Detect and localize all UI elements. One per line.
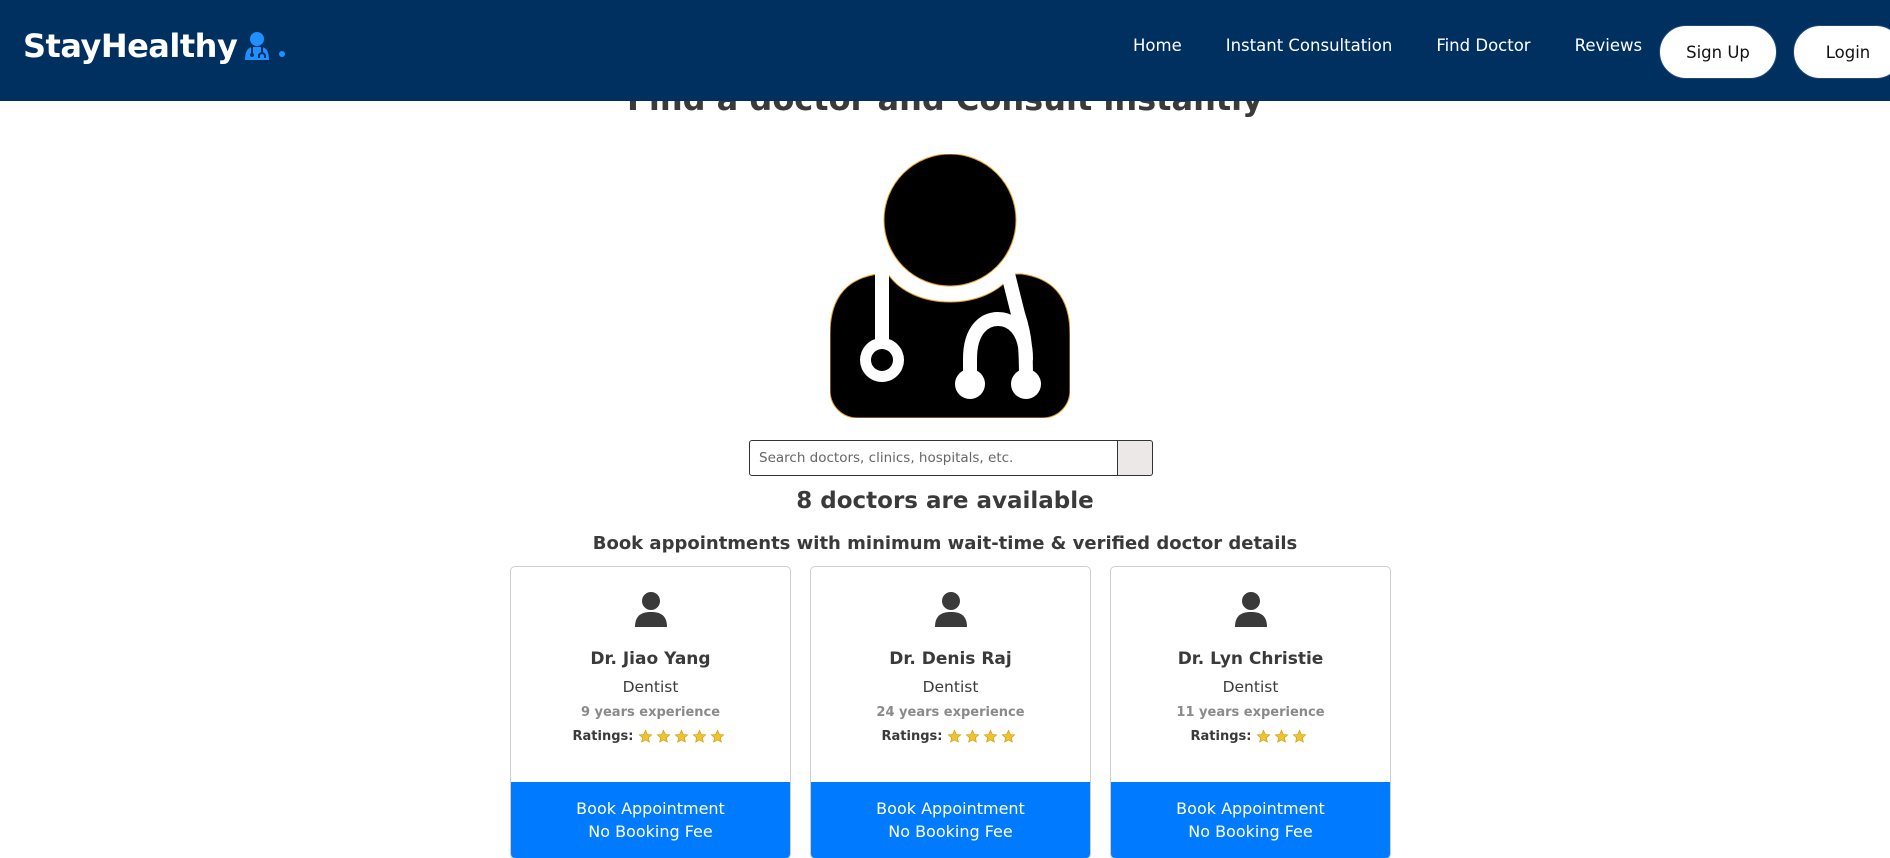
user-icon: [635, 592, 667, 627]
doctor-name: Dr. Lyn Christie: [1177, 649, 1324, 669]
nav-reviews[interactable]: Reviews: [1575, 36, 1642, 55]
star-icon: [638, 729, 653, 743]
book-appointment-button[interactable]: Book Appointment No Booking Fee: [1111, 782, 1390, 858]
nav-links: Home Instant Consultation Find Doctor Re…: [1133, 36, 1642, 55]
doctor-specialty: Dentist: [622, 678, 679, 696]
search-button[interactable]: [1118, 440, 1153, 476]
doctor-ratings: Ratings:: [811, 729, 1090, 744]
doctor-experience: 9 years experience: [580, 705, 721, 720]
user-icon: [935, 592, 967, 627]
brand-dot: [279, 51, 286, 57]
doctor-specialty: Dentist: [922, 678, 979, 696]
ratings-label: Ratings:: [1190, 729, 1252, 744]
doctor-card: Dr. Jiao Yang Dentist 9 years experience…: [510, 566, 791, 858]
doctor-card: Dr. Lyn Christie Dentist 11 years experi…: [1110, 566, 1391, 858]
doctors-available-count: 8 doctors are available: [796, 488, 1094, 514]
star-icon: [983, 729, 998, 743]
star-icon: [1274, 729, 1289, 743]
booking-fee-label: No Booking Fee: [588, 822, 713, 841]
brand-logo[interactable]: StayHealthy: [23, 27, 286, 65]
search-bar: [749, 440, 1153, 476]
star-icon: [947, 729, 962, 743]
book-appointment-button[interactable]: Book Appointment No Booking Fee: [811, 782, 1090, 858]
star-icon: [1292, 729, 1307, 743]
star-icon: [692, 729, 707, 743]
booking-fee-label: No Booking Fee: [888, 822, 1013, 841]
signup-button[interactable]: Sign Up: [1659, 25, 1777, 79]
user-icon: [1235, 592, 1267, 627]
star-icon: [656, 729, 671, 743]
star-icon: [1001, 729, 1016, 743]
nav-home[interactable]: Home: [1133, 36, 1182, 55]
doctor-icon: [245, 32, 270, 60]
ratings-label: Ratings:: [572, 729, 634, 744]
star-icon: [1256, 729, 1271, 743]
brand-name[interactable]: StayHealthy: [23, 27, 238, 65]
nav-find-doctor[interactable]: Find Doctor: [1436, 36, 1530, 55]
login-button[interactable]: Login: [1793, 25, 1890, 79]
nav-instant-consultation[interactable]: Instant Consultation: [1226, 36, 1393, 55]
doctor-stethoscope-icon: [830, 154, 1070, 418]
star-icon: [710, 729, 725, 743]
book-appointment-button[interactable]: Book Appointment No Booking Fee: [511, 782, 790, 858]
ratings-label: Ratings:: [881, 729, 943, 744]
book-appointment-label: Book Appointment: [576, 799, 725, 818]
booking-subtitle: Book appointments with minimum wait-time…: [592, 533, 1298, 554]
booking-fee-label: No Booking Fee: [1188, 822, 1313, 841]
book-appointment-label: Book Appointment: [1176, 799, 1325, 818]
search-input[interactable]: [749, 440, 1118, 476]
doctor-ratings: Ratings:: [511, 729, 790, 744]
star-icon: [965, 729, 980, 743]
doctor-card: Dr. Denis Raj Dentist 24 years experienc…: [810, 566, 1091, 858]
doctor-ratings: Ratings:: [1111, 729, 1390, 744]
doctor-name: Dr. Jiao Yang: [590, 649, 711, 669]
doctor-specialty: Dentist: [1222, 678, 1279, 696]
star-icon: [674, 729, 689, 743]
doctor-experience: 24 years experience: [876, 705, 1025, 720]
book-appointment-label: Book Appointment: [876, 799, 1025, 818]
navbar: StayHealthy Home Instant Consultation Fi…: [0, 0, 1890, 101]
doctor-name: Dr. Denis Raj: [889, 649, 1012, 669]
doctor-experience: 11 years experience: [1176, 705, 1325, 720]
